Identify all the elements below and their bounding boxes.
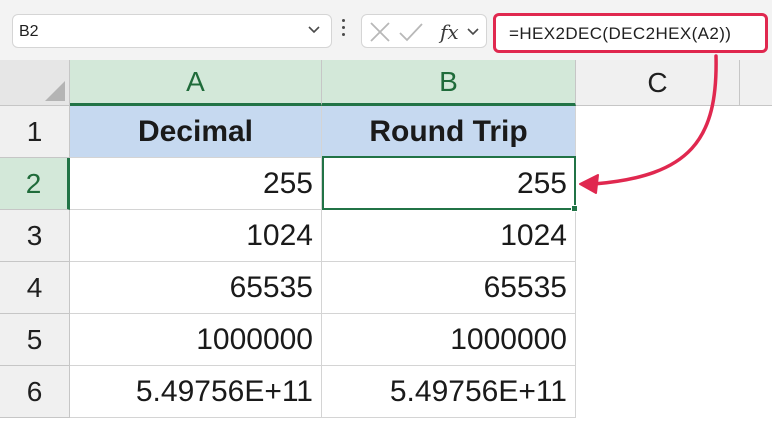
cell-a2[interactable]: 255 bbox=[70, 158, 322, 210]
cell-c1[interactable] bbox=[576, 106, 772, 158]
row-header-1[interactable]: 1 bbox=[0, 106, 70, 158]
cell-b3[interactable]: 1024 bbox=[322, 210, 576, 262]
more-options-icon[interactable] bbox=[339, 19, 349, 41]
cell-b6[interactable]: 5.49756E+11 bbox=[322, 366, 576, 418]
select-all-icon bbox=[45, 81, 65, 101]
cell-a4[interactable]: 65535 bbox=[70, 262, 322, 314]
row-header-4[interactable]: 4 bbox=[0, 262, 70, 314]
formula-input[interactable]: =HEX2DEC(DEC2HEX(A2)) bbox=[493, 13, 768, 53]
name-box[interactable]: B2 bbox=[12, 14, 332, 48]
chevron-down-icon[interactable] bbox=[307, 23, 321, 37]
worksheet-grid: A B C 1 2 3 4 5 6 Decimal Round Trip 255… bbox=[0, 60, 772, 421]
row-header-5[interactable]: 5 bbox=[0, 314, 70, 366]
name-box-value: B2 bbox=[19, 23, 39, 40]
fill-handle[interactable] bbox=[571, 205, 578, 212]
cell-a5[interactable]: 1000000 bbox=[70, 314, 322, 366]
column-header-a[interactable]: A bbox=[70, 60, 322, 106]
cell-b2[interactable]: 255 bbox=[322, 158, 576, 210]
enter-icon[interactable] bbox=[398, 21, 424, 43]
formula-text: =HEX2DEC(DEC2HEX(A2)) bbox=[509, 24, 732, 43]
cell-a3[interactable]: 1024 bbox=[70, 210, 322, 262]
row-header-2[interactable]: 2 bbox=[0, 158, 70, 210]
cell-b5[interactable]: 1000000 bbox=[322, 314, 576, 366]
cell-a1[interactable]: Decimal bbox=[70, 106, 322, 158]
chevron-down-icon[interactable] bbox=[466, 25, 480, 39]
select-all-button[interactable] bbox=[0, 60, 70, 106]
column-header-next[interactable] bbox=[740, 60, 772, 106]
formula-bar: B2 fx =HEX2DEC(DEC2HEX(A2)) bbox=[0, 0, 772, 60]
row-header-6[interactable]: 6 bbox=[0, 366, 70, 418]
column-header-b[interactable]: B bbox=[322, 60, 576, 106]
cell-b1[interactable]: Round Trip bbox=[322, 106, 576, 158]
formula-controls: fx bbox=[361, 14, 487, 48]
cancel-icon[interactable] bbox=[368, 21, 392, 43]
cell-a6[interactable]: 5.49756E+11 bbox=[70, 366, 322, 418]
row-header-3[interactable]: 3 bbox=[0, 210, 70, 262]
cell-b4[interactable]: 65535 bbox=[322, 262, 576, 314]
column-header-c[interactable]: C bbox=[576, 60, 740, 106]
insert-function-button[interactable]: fx bbox=[440, 20, 459, 44]
